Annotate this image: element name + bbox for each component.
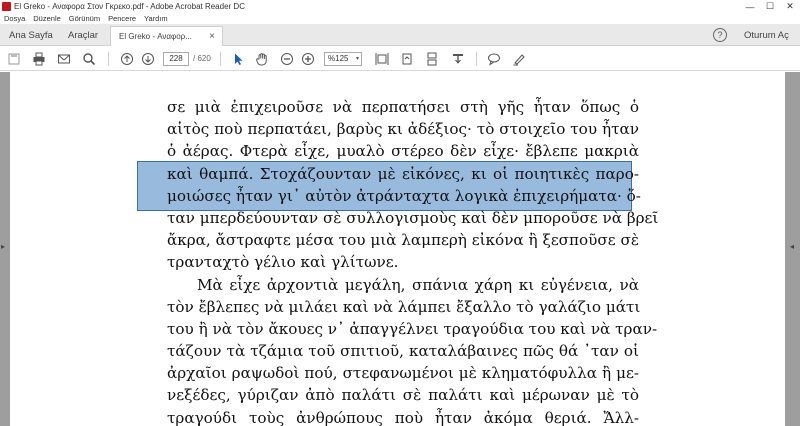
window-title: El Greko - Αναφορα Στον Γκρεκο.pdf - Ado… — [14, 2, 245, 11]
acrobat-icon — [2, 2, 11, 11]
page-number-input[interactable]: 228 — [163, 52, 189, 66]
maximize-button[interactable]: ☐ — [760, 0, 780, 13]
tab-bar: Ana Sayfa Araçlar El Greko - Αναφορ... ×… — [0, 24, 800, 46]
zoom-out-icon[interactable] — [278, 50, 296, 68]
tab-close-button[interactable]: × — [209, 31, 215, 42]
text-line: ἀρχαῖοι ραψωδοὶ πού, στεφανωμένοι μὲ κλη… — [167, 364, 639, 383]
text-line: νεξέδες, γύριζαν ἀπὸ παλάτι σὲ παλάτι κα… — [167, 386, 639, 405]
menu-bar: Dosya Düzenle Görünüm Pencere Yardım — [0, 13, 800, 24]
zoom-in-icon[interactable] — [299, 50, 317, 68]
text-line: του ἢ νὰ τὸν ἄκουες ν᾿ ἀπαγγέλνει τραγού… — [167, 319, 658, 338]
fit-page-icon[interactable] — [373, 50, 391, 68]
text-line: ὁ ἀέρας. Φτερὰ εἶχε, μυαλὸ στέρεο δὲν εἶ… — [167, 142, 639, 161]
text-line: Μὰ εἶχε ἀρχοντιὰ μεγάλη, σπάνια χάρη κι … — [197, 275, 639, 294]
email-icon[interactable] — [55, 50, 73, 68]
page-up-icon[interactable] — [118, 50, 136, 68]
print-icon[interactable] — [30, 50, 48, 68]
text-line: μοιώσες ἦταν γι᾿ αὐτὸν ἀτράνταχτα λογικὰ… — [167, 186, 641, 205]
menu-window[interactable]: Pencere — [104, 14, 140, 23]
text-line: αἰτὸς ποὺ περπατάει, βαρὺς κι ἀδέξιος· τ… — [167, 120, 639, 139]
menu-view[interactable]: Görünüm — [65, 14, 104, 23]
rotate-icon[interactable] — [398, 50, 416, 68]
menu-help[interactable]: Yardım — [140, 14, 172, 23]
menu-file[interactable]: Dosya — [0, 14, 29, 23]
comment-icon[interactable] — [485, 50, 503, 68]
chevron-down-icon: ▾ — [355, 56, 359, 62]
page-down-icon[interactable] — [139, 50, 157, 68]
text-line: τραγούδι τοὺς ἀνθρώπους ποὺ ἦταν ἀκόμα θ… — [167, 408, 639, 426]
tab-document-label: El Greko - Αναφορ... — [119, 32, 192, 41]
toolbar: 228 / 620 %125 ▾ — [0, 47, 800, 71]
close-button[interactable]: ✕ — [780, 0, 800, 13]
text-line: ἄκρα, ἄστραφτε μέσα του μιὰ λαμπερὴ εἰκό… — [167, 231, 639, 250]
text-line: σε μιὰ ἐπιχειροῦσε νὰ περπατήσει στὴ γῆς… — [167, 98, 639, 116]
left-panel-toggle-icon[interactable]: ▸ — [1, 242, 5, 251]
text-line: καὶ θαμπά. Στοχάζουνταν μὲ εἰκόνες, κι ο… — [167, 164, 639, 183]
text-line: ταν μπερδεύουνταν σὲ συλλογισμοὺς καὶ δὲ… — [167, 208, 659, 227]
select-icon[interactable] — [229, 50, 247, 68]
hand-icon[interactable] — [253, 50, 271, 68]
zoom-select[interactable]: %125 ▾ — [324, 52, 362, 66]
text-line: τάζουν τὰ τζάμια τοῦ σπιτιοῦ, καταλάβαιν… — [167, 342, 639, 361]
right-panel-toggle-icon[interactable]: ◂ — [790, 242, 794, 251]
text-line: τρανταχτὸ γέλιο καὶ γλίτωνε. — [167, 253, 399, 272]
stamp-icon[interactable] — [449, 50, 467, 68]
title-bar: El Greko - Αναφορα Στον Γκρεκο.pdf - Ado… — [0, 0, 800, 13]
text-line: τὸν ἔβλεπες νὰ μιλάει καὶ νὰ λάμπει ἔξαλ… — [167, 297, 641, 316]
pdf-page[interactable]: σε μιὰ ἐπιχειροῦσε νὰ περπατήσει στὴ γῆς… — [10, 72, 785, 426]
window-controls: — ☐ ✕ — [740, 0, 800, 13]
search-icon[interactable] — [80, 50, 98, 68]
zoom-value: %125 — [328, 54, 349, 63]
page-total: / 620 — [193, 54, 211, 63]
tab-home[interactable]: Ana Sayfa — [9, 24, 53, 46]
tab-document[interactable]: El Greko - Αναφορ... × — [110, 26, 223, 46]
menu-edit[interactable]: Düzenle — [29, 14, 65, 23]
save-icon[interactable] — [5, 50, 23, 68]
scroll-icon[interactable] — [423, 50, 441, 68]
tab-tools[interactable]: Araçlar — [68, 24, 98, 46]
help-icon[interactable]: ? — [713, 28, 727, 42]
signin-link[interactable]: Oturum Aç — [744, 24, 789, 46]
document-viewport[interactable]: ▸ σε μιὰ ἐπιχειροῦσε νὰ περπατήσει στὴ γ… — [0, 72, 800, 426]
minimize-button[interactable]: — — [740, 0, 760, 13]
highlight-icon[interactable] — [510, 50, 528, 68]
page-text: σε μιὰ ἐπιχειροῦσε νὰ περπατήσει στὴ γῆς… — [167, 96, 659, 426]
